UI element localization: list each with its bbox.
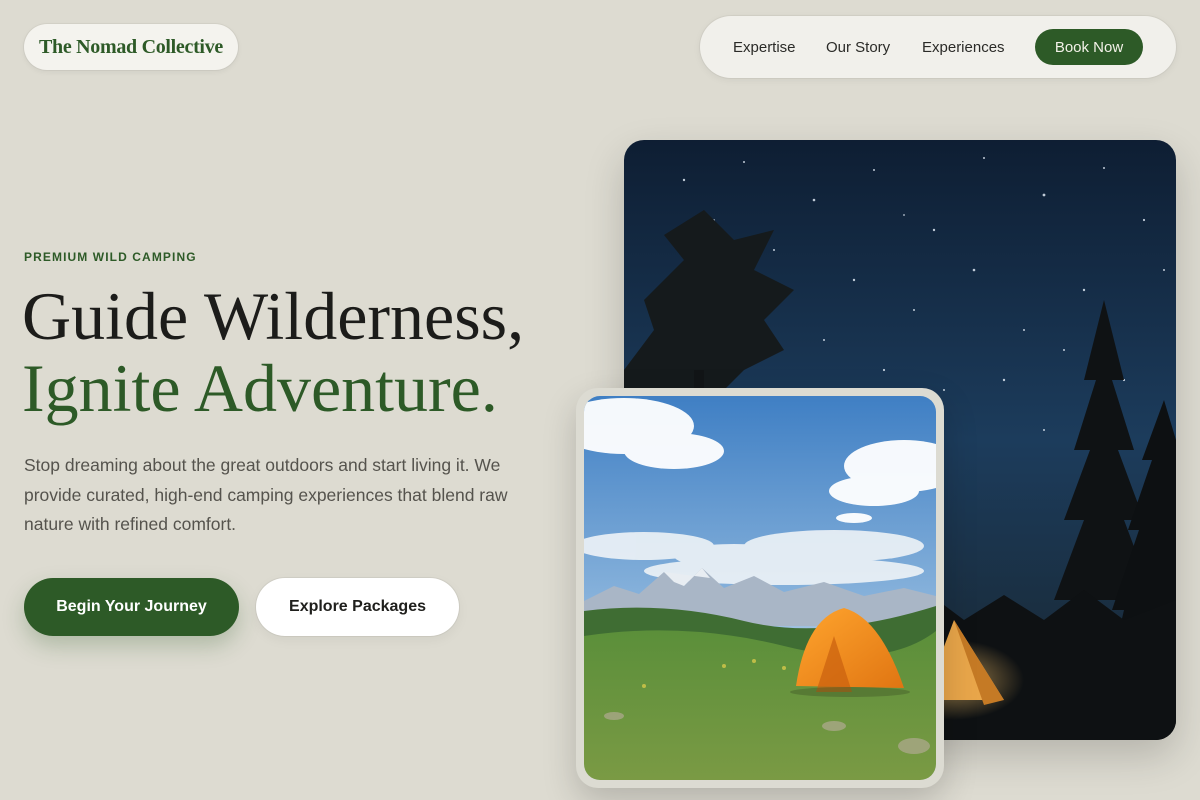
book-now-button[interactable]: Book Now xyxy=(1035,29,1143,65)
nav-link-experiences[interactable]: Experiences xyxy=(922,16,1005,78)
nav-link-expertise[interactable]: Expertise xyxy=(733,16,796,78)
brand-name: The Nomad Collective xyxy=(39,35,223,58)
nav-link-our-story[interactable]: Our Story xyxy=(826,16,890,78)
hero-eyebrow: PREMIUM WILD CAMPING xyxy=(24,250,197,264)
headline-line-2: Ignite Adventure. xyxy=(22,350,498,426)
mountain-meadow-tent-photo-frame xyxy=(576,388,944,788)
hero-description: Stop dreaming about the great outdoors a… xyxy=(24,455,508,534)
brand-logo[interactable]: The Nomad Collective xyxy=(24,24,238,70)
mountain-meadow-tent-photo xyxy=(584,396,936,780)
headline-line-1: Guide Wilderness, xyxy=(22,278,525,354)
main-nav: Expertise Our Story Experiences Book Now xyxy=(700,16,1176,78)
hero-headline: Guide Wilderness, Ignite Adventure. xyxy=(22,280,524,424)
explore-packages-button[interactable]: Explore Packages xyxy=(256,578,459,636)
begin-journey-button[interactable]: Begin Your Journey xyxy=(24,578,239,636)
